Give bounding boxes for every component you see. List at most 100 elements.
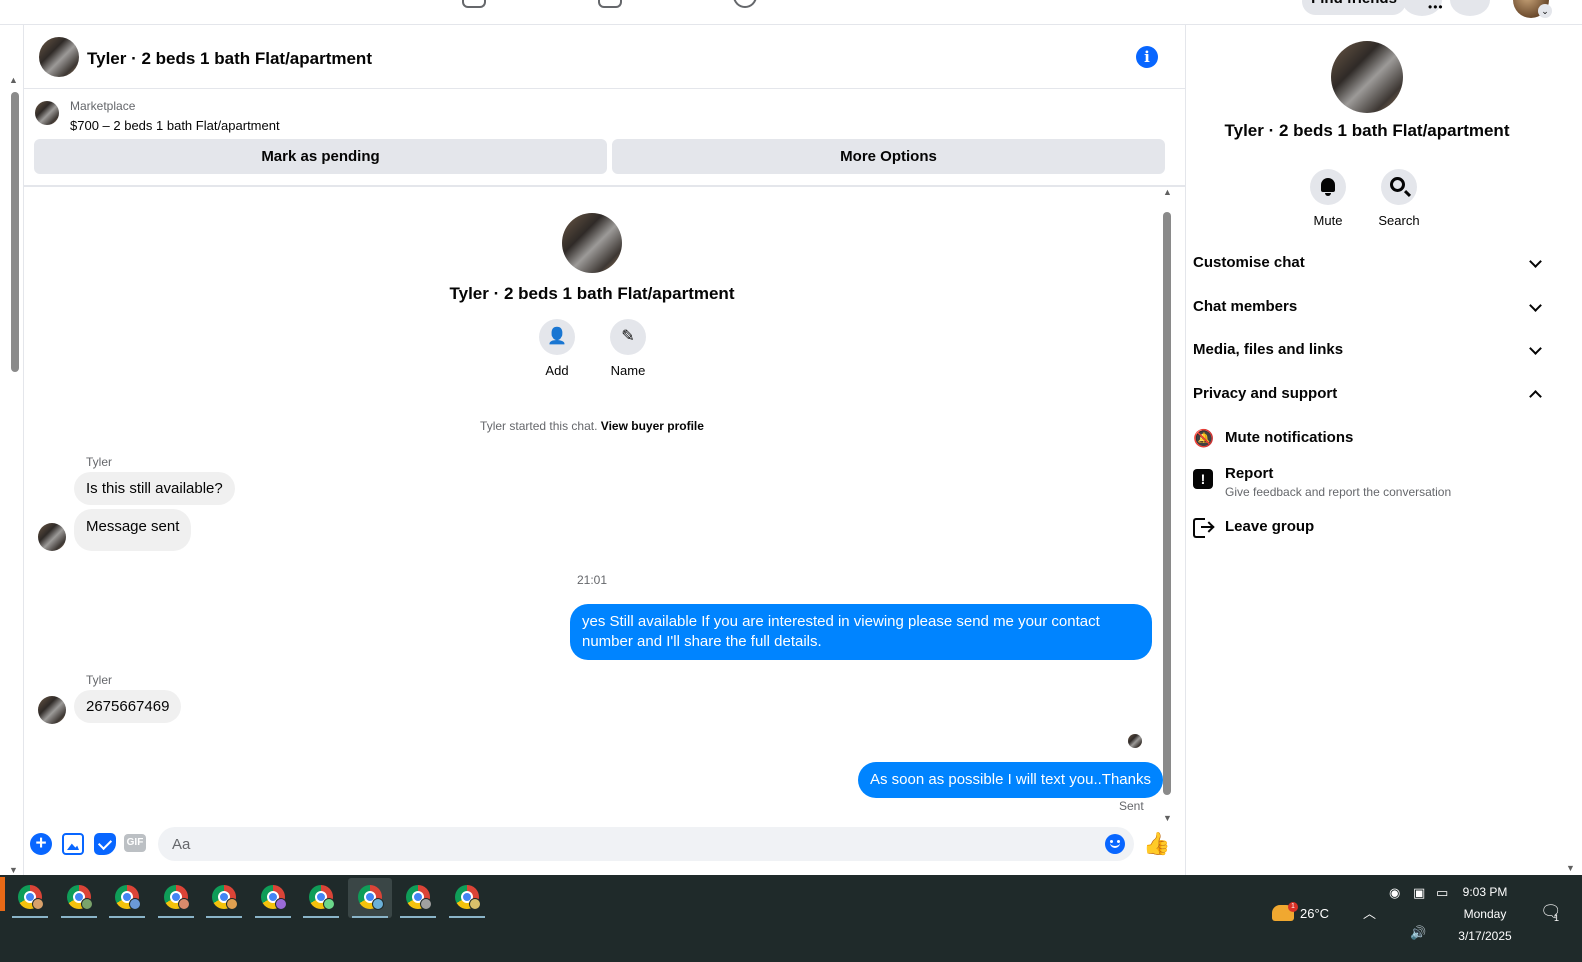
add-label: Add — [545, 363, 569, 378]
taskbar: 1 26°C ︿ ◉ ▣ ▭ 🔊 9:03 PM Monday 3/17/202… — [0, 875, 1582, 962]
taskbar-chrome-app[interactable] — [8, 878, 52, 918]
account-chevron-icon[interactable]: ⌄ — [1538, 4, 1552, 18]
message-input[interactable] — [158, 827, 1134, 861]
profile-badge — [81, 898, 93, 910]
find-friends-button[interactable]: Find friends — [1302, 0, 1406, 15]
mute-notifications-label: Mute notifications — [1225, 429, 1354, 446]
display-icon[interactable]: ▭ — [1436, 885, 1448, 901]
outgoing-message[interactable]: As soon as possible I will text you..Tha… — [858, 762, 1163, 798]
mark-as-pending-button[interactable]: Mark as pending — [34, 139, 607, 174]
outgoing-message[interactable]: yes Still available If you are intereste… — [570, 604, 1152, 660]
profile-badge — [129, 898, 141, 910]
volume-icon[interactable]: 🔊 — [1410, 925, 1426, 941]
weather-temperature[interactable]: 26°C — [1300, 906, 1329, 921]
mute-button[interactable]: Mute — [1298, 169, 1358, 228]
details-avatar[interactable] — [1331, 41, 1403, 113]
add-person-icon[interactable]: 👤 — [539, 319, 575, 355]
report-icon: ! — [1193, 469, 1213, 489]
search-button[interactable]: Search — [1369, 169, 1429, 228]
scroll-down-arrow-icon[interactable]: ▼ — [9, 865, 18, 875]
emoji-icon[interactable] — [1105, 834, 1125, 854]
sticker-icon[interactable] — [94, 833, 116, 855]
taskbar-chrome-app[interactable] — [299, 878, 343, 918]
page-scrollbar[interactable]: ▲ ▼ — [8, 75, 20, 875]
pencil-icon[interactable]: ✎ — [610, 319, 646, 355]
sender-name: Tyler — [86, 455, 113, 469]
media-files-links-section[interactable]: Media, files and links — [1193, 331, 1548, 371]
camera-icon[interactable]: ▣ — [1413, 885, 1425, 901]
taskbar-chrome-app[interactable] — [57, 878, 101, 918]
taskbar-chrome-app[interactable] — [154, 878, 198, 918]
taskbar-chrome-app-active[interactable] — [348, 878, 392, 918]
groups-nav-icon[interactable] — [598, 0, 622, 8]
message-scroll-down-icon[interactable]: ▼ — [1163, 813, 1172, 823]
gif-icon[interactable]: GIF — [124, 834, 146, 852]
chat-avatar[interactable] — [39, 37, 79, 77]
marketplace-nav-icon[interactable] — [462, 0, 486, 8]
profile-badge — [323, 898, 335, 910]
taskbar-chrome-app[interactable] — [445, 878, 489, 918]
taskbar-chrome-app[interactable] — [251, 878, 295, 918]
report-item[interactable]: ! Report Give feedback and report the co… — [1193, 465, 1548, 505]
bell-icon[interactable] — [1310, 169, 1346, 205]
listing-title[interactable]: $700 – 2 beds 1 bath Flat/apartment — [70, 118, 280, 133]
like-icon[interactable]: 👍 — [1143, 831, 1170, 857]
record-icon[interactable]: ◉ — [1389, 885, 1400, 901]
taskbar-chrome-app[interactable] — [105, 878, 149, 918]
chat-details-panel: Tyler · 2 beds 1 bath Flat/apartment Mut… — [1186, 25, 1558, 875]
section-label: Chat members — [1193, 298, 1298, 315]
section-label: Customise chat — [1193, 254, 1305, 271]
show-hidden-icons-chevron-icon[interactable]: ︿ — [1363, 903, 1376, 922]
sender-avatar[interactable] — [38, 523, 66, 551]
scroll-up-arrow-icon[interactable]: ▲ — [9, 75, 18, 85]
name-label: Name — [610, 363, 646, 378]
listing-thumbnail[interactable] — [35, 101, 59, 125]
leave-group-item[interactable]: Leave group — [1193, 518, 1548, 542]
chat-members-section[interactable]: Chat members — [1193, 288, 1548, 328]
intro-avatar — [562, 213, 622, 273]
marketplace-label: Marketplace — [70, 99, 136, 113]
edit-name-button[interactable]: ✎ Name — [598, 319, 658, 378]
notifications-button[interactable] — [1450, 0, 1490, 16]
info-icon[interactable]: i — [1136, 46, 1158, 68]
profile-badge — [32, 898, 44, 910]
sender-avatar[interactable] — [38, 696, 66, 724]
running-indicator — [109, 916, 145, 918]
profile-badge — [275, 898, 287, 910]
page-scrollbar-thumb[interactable] — [11, 92, 19, 372]
more-options-button[interactable]: More Options — [612, 139, 1165, 174]
section-label: Media, files and links — [1193, 341, 1344, 358]
weather-alert-badge: 1 — [1288, 902, 1298, 912]
customise-chat-section[interactable]: Customise chat — [1193, 244, 1548, 284]
clock-day[interactable]: Monday — [1455, 907, 1515, 921]
privacy-support-section[interactable]: Privacy and support — [1193, 375, 1548, 415]
incoming-message[interactable]: Is this still available? — [74, 472, 235, 505]
chat-title[interactable]: Tyler · 2 beds 1 bath Flat/apartment — [87, 49, 372, 69]
view-buyer-profile-link[interactable]: View buyer profile — [601, 419, 704, 433]
menu-dots-icon: ••• — [1428, 0, 1444, 14]
search-icon[interactable] — [1381, 169, 1417, 205]
taskbar-chrome-app[interactable] — [202, 878, 246, 918]
message-scrollbar-thumb[interactable] — [1163, 212, 1171, 795]
chevron-down-icon — [1529, 342, 1542, 355]
running-indicator — [303, 916, 339, 918]
side-scrollbar[interactable]: ▼ — [1564, 25, 1578, 875]
taskbar-chrome-app[interactable] — [396, 878, 440, 918]
bell-off-icon: 🔕 — [1193, 429, 1215, 448]
message-scroll-up-icon[interactable]: ▲ — [1163, 187, 1172, 197]
chat-window: Tyler · 2 beds 1 bath Flat/apartment i M… — [23, 25, 1186, 875]
mute-notifications-item[interactable]: 🔕 Mute notifications — [1193, 429, 1548, 453]
message-scrollbar[interactable]: ▲ ▼ — [1161, 187, 1173, 823]
running-indicator — [206, 916, 242, 918]
mute-label: Mute — [1313, 213, 1343, 228]
incoming-message[interactable]: Message sent — [74, 509, 192, 551]
clock-time[interactable]: 9:03 PM — [1455, 885, 1515, 899]
incoming-message[interactable]: 2675667469 — [74, 690, 182, 723]
scroll-down-arrow-icon[interactable]: ▼ — [1566, 863, 1575, 873]
profile-badge — [226, 898, 238, 910]
photo-icon[interactable] — [62, 833, 84, 855]
profile-nav-icon[interactable] — [733, 0, 757, 8]
add-member-button[interactable]: 👤 Add — [527, 319, 587, 378]
plus-icon[interactable]: + — [30, 833, 52, 855]
clock-date[interactable]: 3/17/2025 — [1449, 929, 1521, 943]
